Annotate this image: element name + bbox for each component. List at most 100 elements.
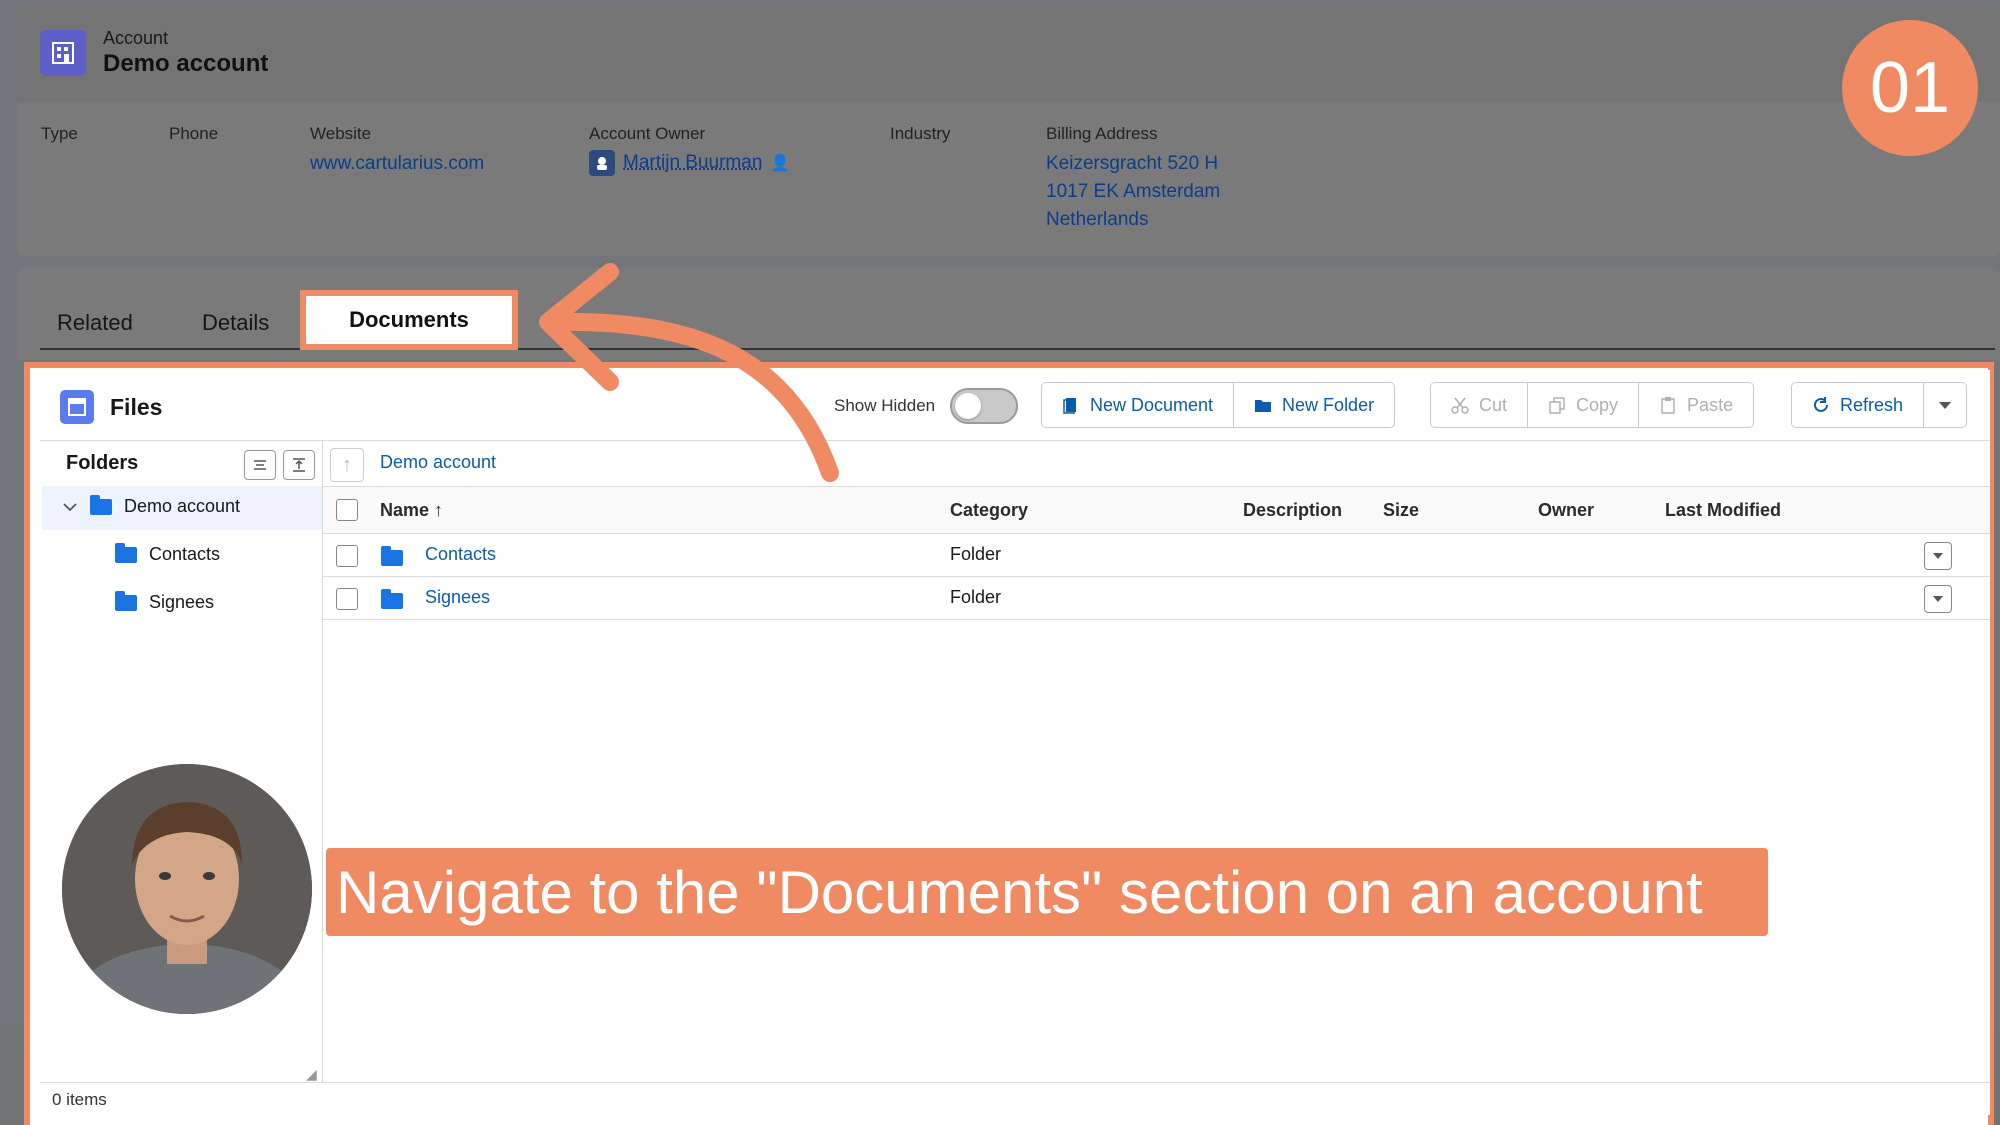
presenter-illustration (62, 764, 312, 1014)
field-website: Website www.cartularius.com (310, 124, 484, 178)
expand-all-button[interactable] (283, 450, 315, 480)
website-link[interactable]: www.cartularius.com (310, 150, 484, 178)
chevron-down-icon (1933, 553, 1943, 559)
scissors-icon (1451, 397, 1469, 414)
chevron-down-icon (1933, 596, 1943, 602)
chevron-down-icon[interactable] (62, 499, 78, 515)
account-icon (40, 30, 86, 76)
clipboard-button-group: Cut Copy Paste (1430, 382, 1755, 428)
collapse-all-icon (254, 460, 266, 470)
record-header-top (18, 6, 2000, 102)
field-billing-label: Billing Address (1046, 124, 1158, 143)
row-actions-button[interactable] (1924, 542, 1952, 570)
new-document-button[interactable]: New Document (1042, 383, 1235, 427)
tree-item-contacts[interactable]: Contacts (115, 542, 221, 565)
folder-icon (90, 494, 112, 515)
folder-icon (381, 546, 403, 566)
tree-item-label: Signees (149, 592, 215, 612)
tab-details[interactable]: Details (202, 310, 269, 336)
paste-icon (1661, 397, 1675, 414)
step-caption: Navigate to the "Documents" section on a… (326, 848, 1768, 936)
field-phone: Phone (169, 124, 218, 144)
files-title: Files (110, 394, 163, 420)
row-checkbox[interactable] (336, 588, 358, 610)
footer-divider (40, 1082, 1990, 1083)
table-row[interactable]: Signees Folder (323, 578, 1990, 620)
row-category: Folder (950, 544, 1002, 564)
folder-icon (115, 590, 137, 611)
tab-documents[interactable]: Documents (300, 290, 518, 350)
presenter-avatar (62, 764, 312, 1014)
row-name-link[interactable]: Signees (425, 587, 490, 608)
arrow-up-icon: ↑ (342, 453, 352, 476)
files-icon (60, 390, 94, 424)
refresh-label: Refresh (1840, 394, 1904, 415)
column-owner[interactable]: Owner (1538, 500, 1594, 521)
row-category: Folder (950, 587, 1002, 607)
toolbar-divider (40, 440, 1990, 441)
column-category[interactable]: Category (950, 500, 1028, 521)
show-hidden-label: Show Hidden (834, 396, 936, 415)
items-count: 0 items (52, 1090, 107, 1109)
tree-item-label: Demo account (124, 496, 241, 516)
new-folder-button[interactable]: New Folder (1234, 383, 1395, 427)
billing-line-3[interactable]: Netherlands (1046, 206, 1220, 234)
folder-up-button[interactable]: ↑ (330, 448, 364, 482)
copy-icon (1549, 397, 1565, 414)
show-hidden-toggle[interactable] (950, 388, 1018, 424)
new-folder-icon (1255, 400, 1272, 412)
toggle-knob (955, 393, 981, 419)
field-phone-label: Phone (169, 124, 219, 143)
new-document-icon (1063, 398, 1076, 414)
refresh-button[interactable]: Refresh (1792, 383, 1925, 427)
paste-button[interactable]: Paste (1639, 383, 1754, 427)
column-size[interactable]: Size (1383, 500, 1419, 521)
new-document-label: New Document (1090, 394, 1214, 415)
refresh-icon (1814, 397, 1828, 412)
field-industry: Industry (890, 124, 950, 144)
field-owner-label: Account Owner (589, 124, 706, 143)
field-type: Type (41, 124, 78, 144)
billing-line-2[interactable]: 1017 EK Amsterdam (1046, 178, 1220, 206)
sort-ascending-icon: ↑ (434, 500, 444, 520)
row-name-link[interactable]: Contacts (425, 544, 496, 565)
row-actions-button[interactable] (1924, 585, 1952, 613)
paste-label: Paste (1687, 394, 1734, 415)
new-folder-label: New Folder (1282, 394, 1375, 415)
cut-label: Cut (1479, 394, 1508, 415)
breadcrumb[interactable]: Demo account (380, 452, 496, 473)
chevron-down-icon (1939, 402, 1952, 409)
owner-link[interactable]: Martijn Buurman (623, 152, 762, 174)
column-description[interactable]: Description (1243, 500, 1342, 521)
copy-button[interactable]: Copy (1528, 383, 1640, 427)
tree-item-label: Contacts (149, 544, 221, 564)
tree-item-demo-account[interactable]: Demo account (62, 494, 241, 517)
folder-icon (115, 542, 137, 563)
expand-all-icon (293, 458, 305, 472)
change-owner-icon[interactable]: 👤 (770, 153, 790, 173)
row-checkbox[interactable] (336, 545, 358, 567)
field-billing: Billing Address Keizersgracht 520 H 1017… (1046, 124, 1220, 234)
column-last-modified[interactable]: Last Modified (1665, 500, 1781, 521)
tab-related[interactable]: Related (57, 310, 133, 336)
column-name[interactable]: Name ↑ (380, 500, 443, 521)
tree-item-signees[interactable]: Signees (115, 590, 215, 613)
folders-heading: Folders (66, 452, 139, 474)
field-industry-label: Industry (890, 124, 951, 143)
column-name-label: Name (380, 500, 430, 520)
field-owner: Account Owner Martijn Buurman 👤 (589, 124, 790, 176)
object-label: Account (103, 28, 169, 48)
select-all-checkbox[interactable] (336, 499, 358, 521)
record-title: Demo account (103, 50, 269, 77)
owner-avatar (589, 150, 615, 176)
cut-button[interactable]: Cut (1431, 383, 1529, 427)
collapse-all-button[interactable] (244, 450, 276, 480)
create-button-group: New Document New Folder (1041, 382, 1396, 428)
more-actions-button[interactable] (1924, 383, 1967, 427)
step-badge: 01 (1842, 20, 1978, 156)
table-row[interactable]: Contacts Folder (323, 535, 1990, 577)
billing-line-1[interactable]: Keizersgracht 520 H (1046, 150, 1220, 178)
field-website-label: Website (310, 124, 372, 143)
field-type-label: Type (41, 124, 78, 143)
resize-handle-icon[interactable]: ◢ (306, 1066, 317, 1083)
